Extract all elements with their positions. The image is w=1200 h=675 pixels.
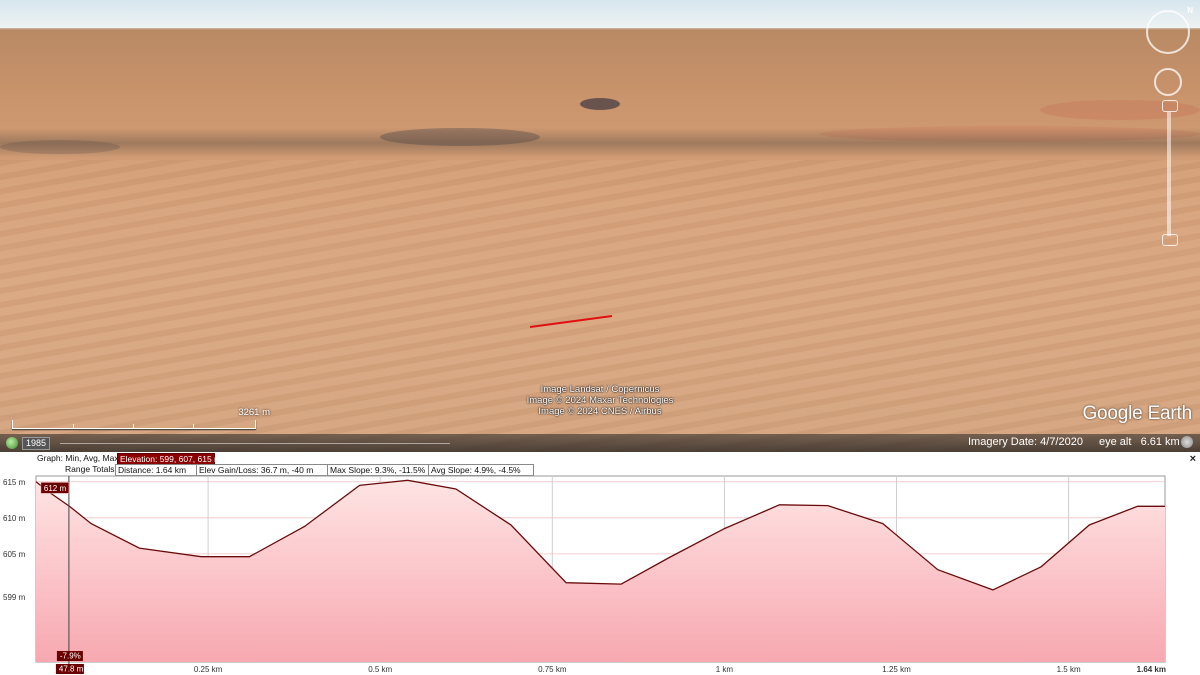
cursor-distance-value: 47.8 m bbox=[59, 665, 84, 674]
y-axis-labels: 615 m 610 m 605 m 599 m bbox=[3, 478, 26, 602]
imagery-date: Imagery Date: 4/7/2020 bbox=[968, 436, 1083, 448]
cursor-elevation-badge: 612 m bbox=[40, 482, 70, 494]
cursor-distance-badge: 47.8 m bbox=[55, 664, 84, 674]
y-tick-label: 605 m bbox=[3, 550, 26, 559]
close-profile-button[interactable]: × bbox=[1190, 453, 1196, 465]
historical-imagery-icon[interactable] bbox=[6, 437, 18, 449]
attribution-line: Image © 2024 Maxar Technologies bbox=[526, 395, 674, 406]
zoom-slider[interactable] bbox=[1167, 112, 1171, 236]
compass-ring-icon[interactable] bbox=[1146, 10, 1190, 54]
earth-3d-view[interactable]: Image Landsat / Copernicus Image © 2024 … bbox=[0, 0, 1200, 452]
profile-header-row-1: Graph: Min, Avg, Max Elevation: 599, 607… bbox=[0, 453, 1200, 465]
x-tick-label: 0.25 km bbox=[194, 665, 223, 674]
north-indicator[interactable]: N bbox=[1187, 6, 1193, 15]
y-tick-label: 599 m bbox=[3, 593, 26, 602]
scale-legend: 3261 m bbox=[12, 407, 270, 430]
attribution-line: Image Landsat / Copernicus bbox=[540, 384, 660, 395]
graph-mode-label[interactable]: Graph: Min, Avg, Max bbox=[35, 453, 121, 463]
scale-tick bbox=[133, 424, 134, 428]
x-tick-label: 1 km bbox=[716, 665, 734, 674]
cursor-slope-value: -7.9% bbox=[60, 652, 81, 661]
cursor-slope-badge: -7.9% bbox=[56, 651, 83, 661]
y-tick-label: 615 m bbox=[3, 478, 26, 487]
historical-year-label[interactable]: 1985 bbox=[22, 437, 51, 450]
scale-tick bbox=[193, 424, 194, 428]
status-bar: 1985 Imagery Date: 4/7/2020 eye alt 6.61… bbox=[0, 434, 1200, 452]
x-tick-label: 0.5 km bbox=[368, 665, 392, 674]
scale-line bbox=[12, 420, 256, 429]
eye-altitude: eye alt 6.61 km bbox=[1099, 436, 1180, 448]
look-joystick-icon[interactable] bbox=[1154, 68, 1182, 96]
historical-imagery-slider[interactable] bbox=[60, 443, 450, 444]
scale-label: 3261 m bbox=[238, 407, 270, 418]
status-compass-icon[interactable] bbox=[1181, 436, 1193, 448]
scale-tick bbox=[73, 424, 74, 428]
y-tick-label: 610 m bbox=[3, 514, 26, 523]
zoom-out-button[interactable] bbox=[1162, 234, 1178, 246]
google-earth-logo: Google Earth bbox=[1082, 403, 1192, 424]
profile-header: Graph: Min, Avg, Max Elevation: 599, 607… bbox=[0, 452, 1200, 476]
cursor-elevation-value: 612 m bbox=[44, 484, 67, 493]
x-tick-label: 1.64 km bbox=[1137, 665, 1166, 674]
zoom-in-button[interactable] bbox=[1162, 100, 1178, 112]
x-tick-label: 1.5 km bbox=[1057, 665, 1081, 674]
x-tick-label: 1.25 km bbox=[882, 665, 911, 674]
navigation-controls: N bbox=[1146, 6, 1193, 248]
x-tick-label: 0.75 km bbox=[538, 665, 567, 674]
x-axis-labels: 0.25 km 0.5 km 0.75 km 1 km 1.25 km 1.5 km 1.6… bbox=[194, 665, 1166, 674]
range-totals-label: Range Totals: bbox=[65, 464, 117, 474]
path-line bbox=[529, 315, 613, 328]
elevation-profile-panel[interactable]: Graph: Min, Avg, Max Elevation: 599, 607… bbox=[0, 452, 1200, 675]
elevation-chart[interactable]: 615 m 610 m 605 m 599 m 0.25 km 0.5 km 0.75 k… bbox=[0, 474, 1200, 675]
